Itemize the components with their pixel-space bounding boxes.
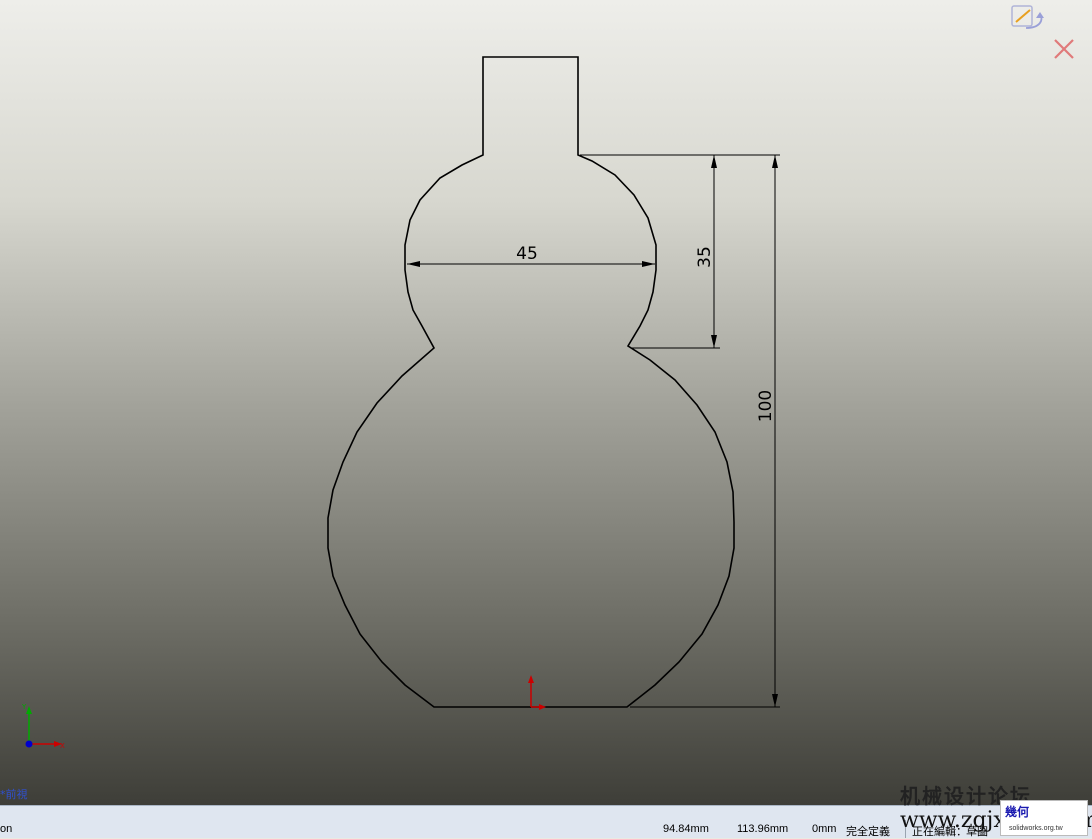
sketch-origin-icon — [528, 675, 546, 710]
sketch-canvas[interactable]: 45 35 100 Y X — [0, 0, 1092, 805]
status-z-coordinate: 0mm — [812, 823, 837, 835]
dimension-35[interactable]: 35 — [580, 154, 720, 349]
dimension-100-value: 100 — [756, 390, 776, 422]
status-y-coordinate: 113.96mm — [737, 823, 789, 835]
graphics-area[interactable]: 45 35 100 Y X *前視 — [0, 0, 1092, 805]
svg-text:Y: Y — [21, 703, 27, 711]
svg-text:X: X — [60, 742, 65, 750]
status-left-text: on — [0, 823, 13, 835]
cancel-sketch-icon[interactable] — [1054, 39, 1074, 59]
dimension-45[interactable]: 45 — [407, 244, 655, 267]
dimension-35-value: 35 — [695, 246, 715, 268]
status-bar: on 94.84mm 113.96mm 0mm 完全定義 正在編輯： 草圖 — [0, 805, 1092, 838]
confirm-sketch-icon[interactable] — [1011, 5, 1044, 29]
coordinate-triad-icon: Y X — [21, 703, 65, 750]
status-x-coordinate: 94.84mm — [663, 823, 709, 835]
view-orientation-label: *前視 — [0, 788, 28, 801]
dimension-45-value: 45 — [516, 244, 538, 264]
dimension-100[interactable]: 100 — [630, 154, 780, 708]
